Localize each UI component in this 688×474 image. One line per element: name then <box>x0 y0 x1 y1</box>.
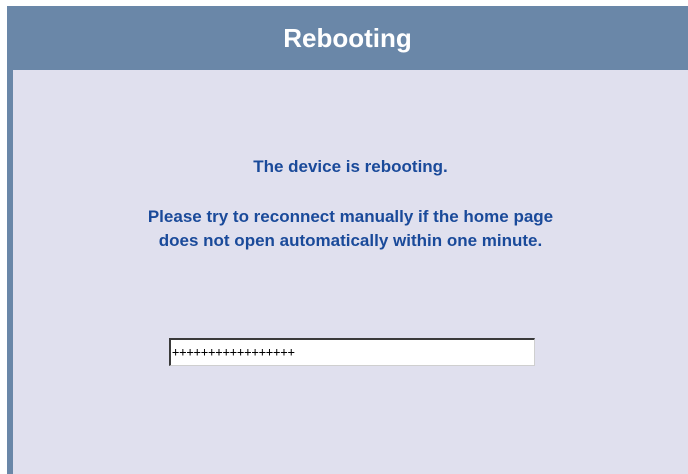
instruction-message: Please try to reconnect manually if the … <box>13 205 688 253</box>
content-panel: The device is rebooting. Please try to r… <box>7 70 688 474</box>
page-title: Rebooting <box>283 22 412 53</box>
instruction-line-2: does not open automatically within one m… <box>158 231 543 250</box>
reboot-dialog: Rebooting The device is rebooting. Pleas… <box>7 6 688 474</box>
page-title-bar: Rebooting <box>7 6 688 70</box>
instruction-line-1: Please try to reconnect manually if the … <box>147 207 554 226</box>
progress-field: +++++++++++++++++ <box>169 338 535 366</box>
status-message: The device is rebooting. <box>253 157 448 176</box>
